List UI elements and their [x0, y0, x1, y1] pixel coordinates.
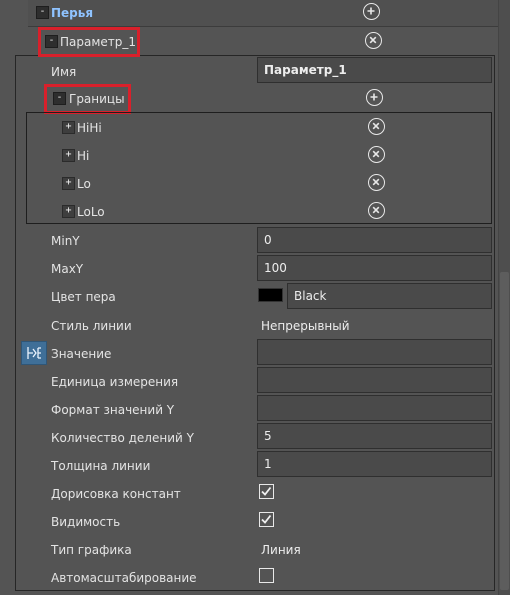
scrollbar-thumb[interactable]: [500, 272, 509, 590]
close-circle-icon: [372, 122, 380, 130]
pen-color-label: Цвет пера: [51, 290, 116, 304]
close-circle-icon: [372, 150, 380, 158]
binding-icon: [27, 347, 41, 359]
add-pen-button[interactable]: [363, 3, 380, 20]
remove-hi-button[interactable]: [368, 146, 385, 163]
add-bound-button[interactable]: [366, 89, 383, 106]
expand-hihi-toggle[interactable]: +: [62, 121, 75, 134]
remove-lo-button[interactable]: [368, 174, 385, 191]
pens-label: Перья: [51, 6, 94, 20]
maxy-label: MaxY: [51, 262, 84, 276]
plus-circle-icon: [367, 7, 375, 15]
checkmark-icon: [261, 514, 272, 524]
expand-lo-toggle[interactable]: +: [62, 177, 75, 190]
miny-label: MinY: [51, 234, 80, 248]
unit-field[interactable]: [257, 367, 492, 393]
chart-type-value[interactable]: Линия: [261, 542, 301, 558]
visible-label: Видимость: [51, 515, 121, 529]
autoscale-label: Автомасштабирование: [51, 571, 197, 585]
value-field[interactable]: [257, 339, 492, 365]
value-binding-button[interactable]: [21, 341, 47, 365]
bound-row-hihi[interactable]: + HiHi: [27, 113, 491, 141]
name-label: Имя: [51, 65, 77, 79]
expand-lolo-toggle[interactable]: +: [62, 205, 75, 218]
draw-const-checkbox[interactable]: [259, 484, 274, 499]
plus-circle-icon: [370, 93, 378, 101]
divisions-label: Количество делений Y: [51, 431, 194, 445]
remove-lolo-button[interactable]: [368, 202, 385, 219]
thickness-field[interactable]: 1: [257, 451, 492, 477]
format-label: Формат значений Y: [51, 403, 175, 417]
checkmark-icon: [261, 486, 272, 496]
collapse-pens-toggle[interactable]: -: [36, 6, 49, 19]
autoscale-checkbox[interactable]: [259, 568, 274, 583]
close-circle-icon: [369, 36, 377, 44]
unit-label: Единица измерения: [51, 375, 179, 389]
value-label: Значение: [51, 347, 112, 361]
divisions-field[interactable]: 5: [257, 423, 492, 449]
name-field[interactable]: Параметр_1: [257, 57, 492, 83]
pen-color-swatch[interactable]: [258, 288, 283, 302]
lolo-label: LoLo: [77, 205, 105, 219]
remove-hihi-button[interactable]: [368, 118, 385, 135]
bound-row-lolo[interactable]: + LoLo: [27, 197, 491, 224]
close-circle-icon: [372, 206, 380, 214]
bound-row-hi[interactable]: + Hi: [27, 141, 491, 169]
tree-row-pens: - Перья: [28, 0, 498, 26]
thickness-label: Толщина линии: [51, 459, 151, 473]
bounds-highlight: [44, 84, 131, 114]
pen-color-field[interactable]: Black: [287, 283, 492, 309]
parameter-highlight: [38, 27, 140, 57]
hi-label: Hi: [77, 149, 90, 163]
lo-label: Lo: [77, 177, 91, 191]
expand-hi-toggle[interactable]: +: [62, 149, 75, 162]
maxy-field[interactable]: 100: [257, 255, 492, 281]
draw-const-label: Дорисовка констант: [51, 487, 181, 501]
bound-row-lo[interactable]: + Lo: [27, 169, 491, 197]
remove-parameter-button[interactable]: [365, 32, 382, 49]
visible-checkbox[interactable]: [259, 512, 274, 527]
format-field[interactable]: [257, 395, 492, 421]
close-circle-icon: [372, 178, 380, 186]
chart-type-label: Тип графика: [51, 543, 132, 557]
hihi-label: HiHi: [77, 121, 102, 135]
line-style-value[interactable]: Непрерывный: [261, 318, 350, 334]
line-style-label: Стиль линии: [51, 319, 132, 333]
miny-field[interactable]: 0: [257, 227, 492, 253]
